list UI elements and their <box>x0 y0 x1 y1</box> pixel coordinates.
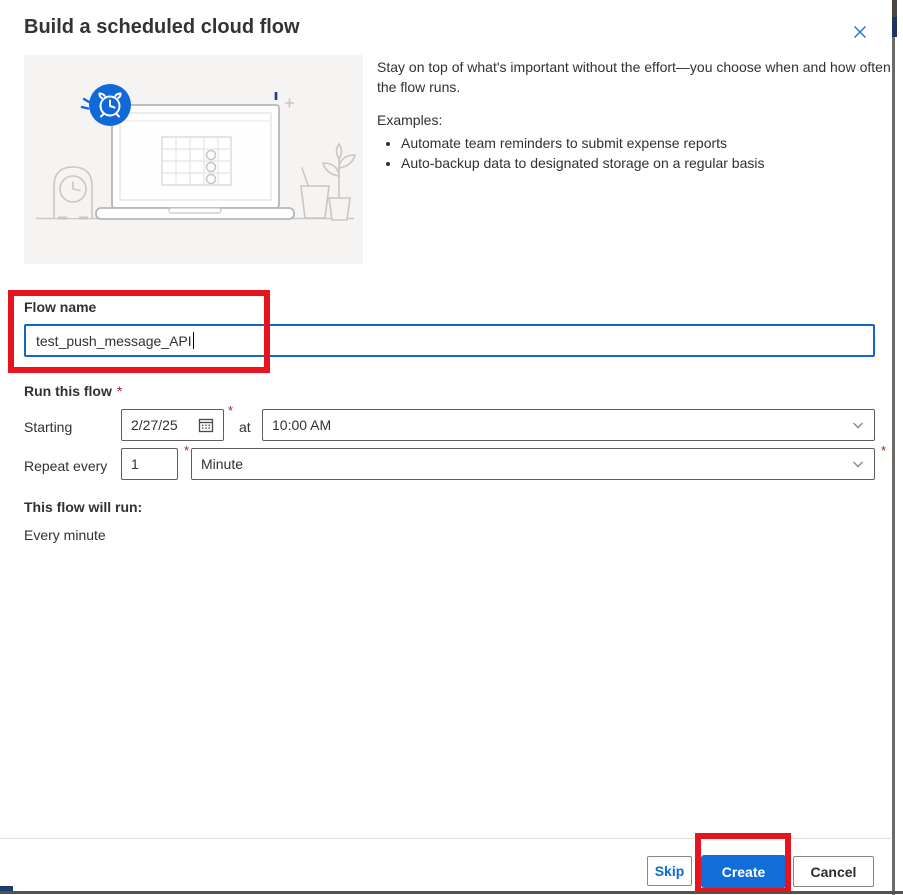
right-edge-top-artifact <box>892 0 897 17</box>
flow-name-value: test_push_message_API <box>36 332 192 349</box>
start-time-value: 10:00 AM <box>272 417 332 433</box>
required-asterisk: * <box>116 383 123 399</box>
examples-label: Examples: <box>377 112 443 128</box>
close-x-glyph <box>854 26 866 38</box>
bottom-edge-artifact <box>0 891 903 894</box>
example-item: Auto-backup data to designated storage o… <box>401 153 891 173</box>
cancel-button[interactable]: Cancel <box>793 856 874 887</box>
required-asterisk: * <box>228 403 234 418</box>
calendar-icon <box>198 418 214 433</box>
illustration-graphic <box>36 84 357 221</box>
scheduled-flow-dialog: Build a scheduled cloud flow Stay on top… <box>0 0 903 895</box>
required-asterisk: * <box>184 443 190 458</box>
flow-will-run-value: Every minute <box>24 527 106 543</box>
required-asterisk: * <box>881 443 887 458</box>
example-item: Automate team reminders to submit expens… <box>401 133 891 153</box>
interval-input[interactable]: 1 <box>121 448 178 480</box>
right-edge-artifact <box>892 0 895 895</box>
chevron-down-icon <box>853 461 863 468</box>
page-title: Build a scheduled cloud flow <box>24 16 300 38</box>
frequency-dropdown[interactable]: Minute <box>191 448 875 480</box>
skip-button[interactable]: Skip <box>647 856 692 886</box>
interval-value: 1 <box>131 456 139 472</box>
at-label: at <box>239 419 251 435</box>
close-icon[interactable] <box>848 20 872 44</box>
chevron-down-icon <box>853 422 863 429</box>
examples-list: Automate team reminders to submit expens… <box>383 133 891 173</box>
repeat-every-label: Repeat every <box>24 458 108 474</box>
intro-section: Stay on top of what's important without … <box>377 57 891 173</box>
run-this-flow-label: Run this flow * <box>24 383 123 399</box>
create-button[interactable]: Create <box>701 855 786 888</box>
right-edge-navy-artifact <box>892 17 897 37</box>
alarm-clock-icon <box>89 84 131 126</box>
start-date-value: 2/27/25 <box>131 417 178 433</box>
schedule-illustration <box>24 55 363 264</box>
footer-divider <box>0 838 891 839</box>
start-date-picker[interactable]: 2/27/25 <box>121 409 224 441</box>
intro-description: Stay on top of what's important without … <box>377 59 891 95</box>
frequency-value: Minute <box>201 456 244 472</box>
flow-will-run-label: This flow will run: <box>24 499 143 515</box>
start-time-dropdown[interactable]: 10:00 AM <box>262 409 875 441</box>
flow-name-label: Flow name <box>24 299 97 315</box>
text-cursor <box>192 332 194 349</box>
flow-name-input[interactable]: test_push_message_API <box>24 324 875 357</box>
starting-label: Starting <box>24 419 73 435</box>
